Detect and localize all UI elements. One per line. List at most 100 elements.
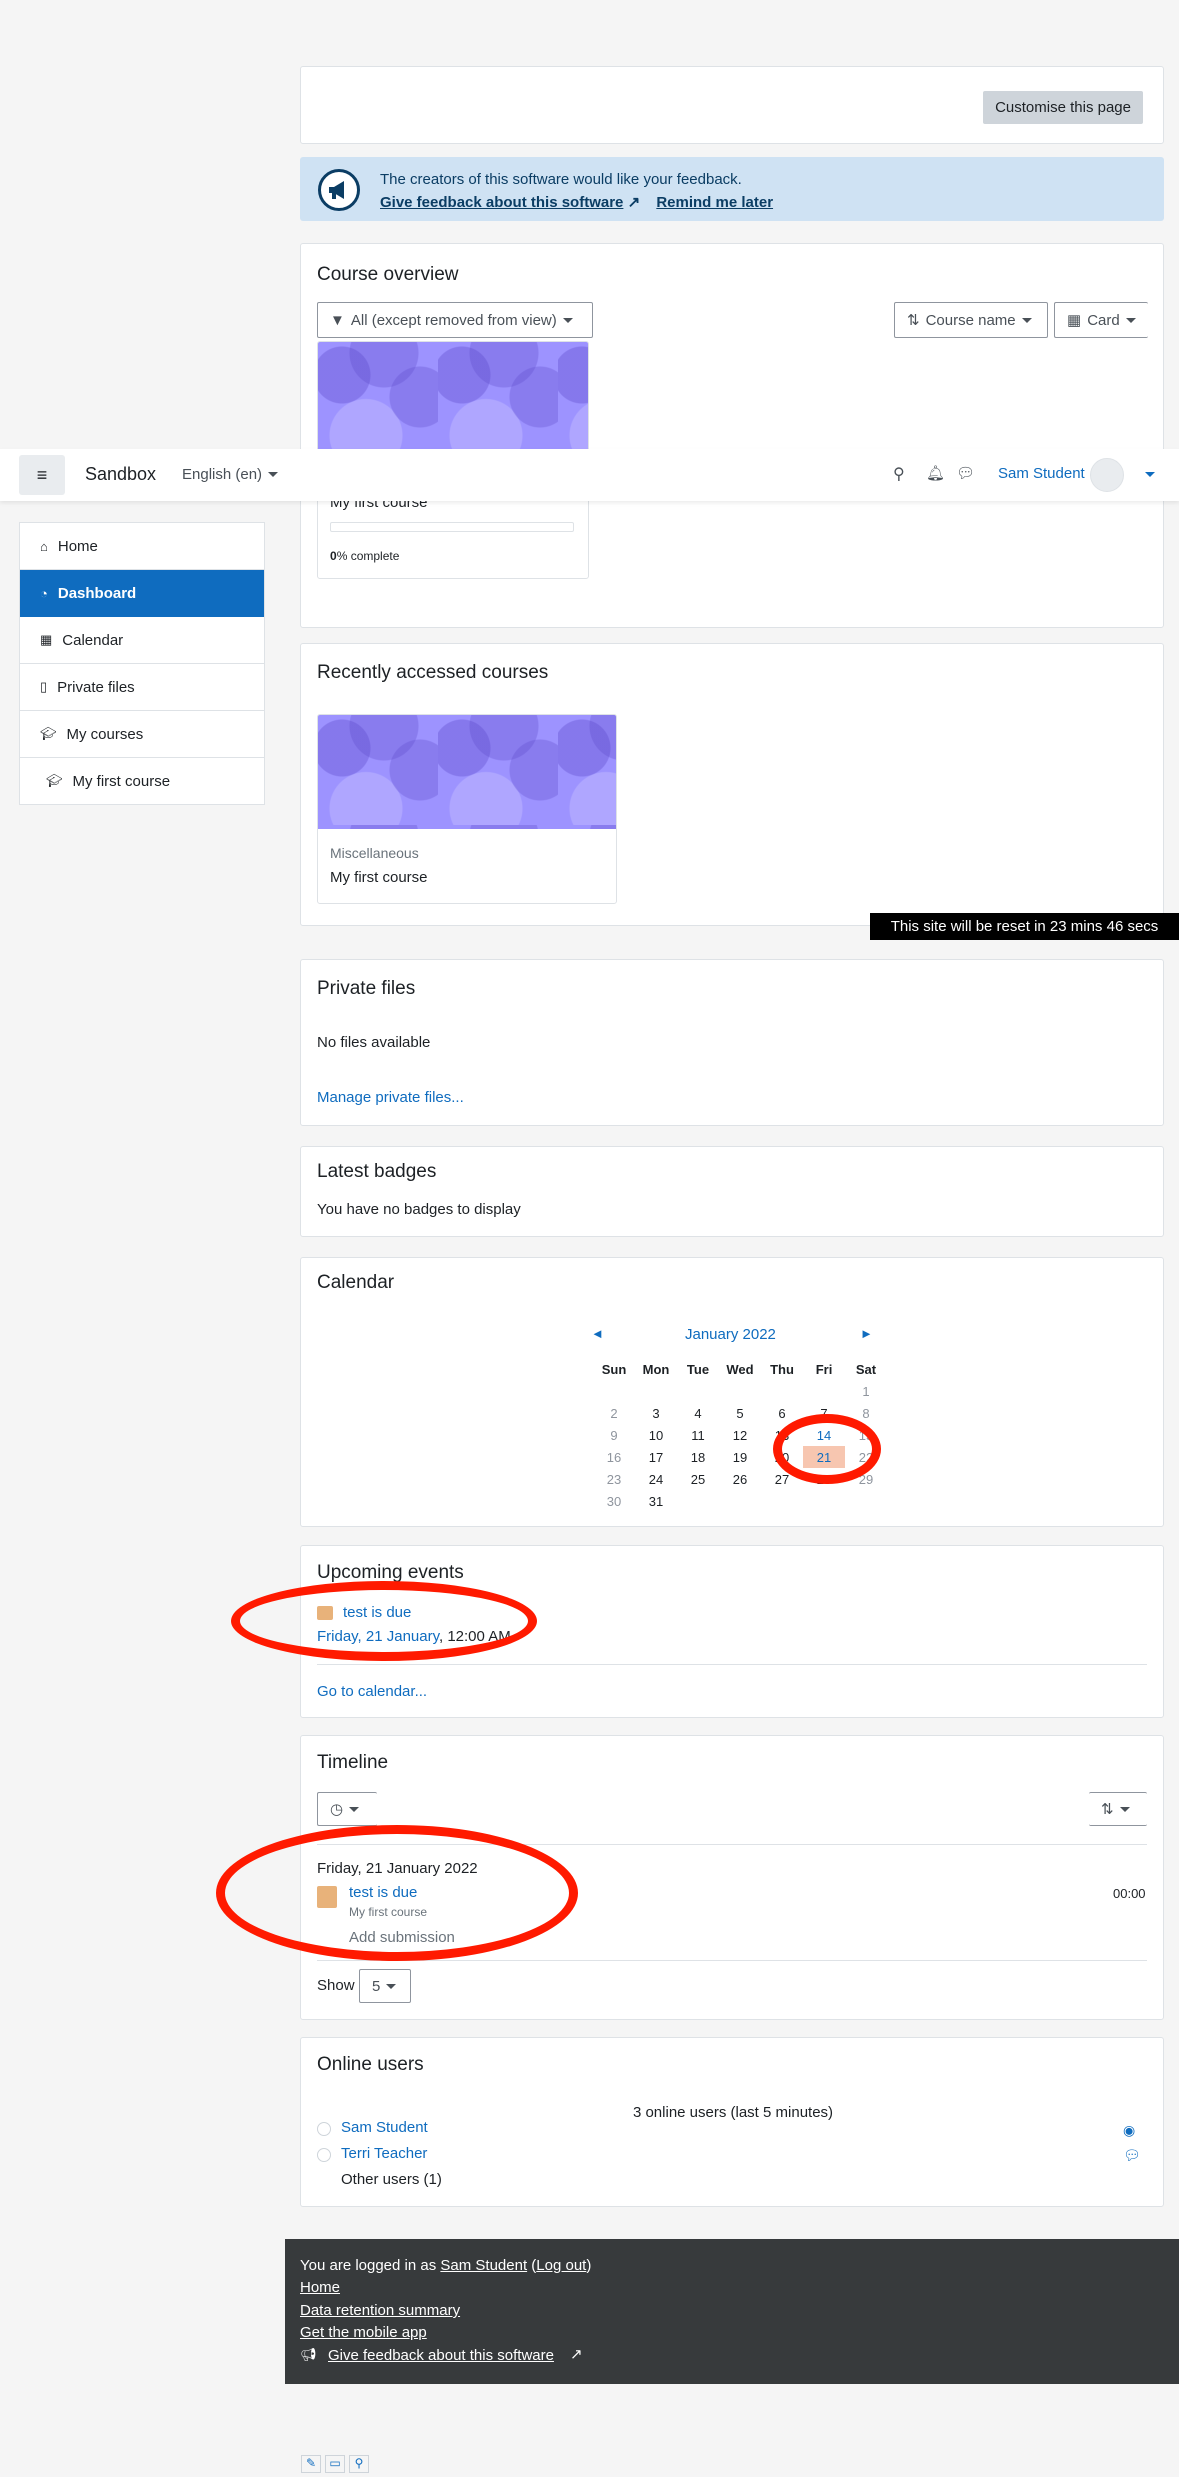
site-brand[interactable]: Sandbox [85,464,156,485]
sort-icon: ⇅ [907,312,920,329]
progress-text: 0% complete [330,549,400,563]
weekday-header: Wed [726,1361,754,1377]
footer-feedback-link[interactable]: Give feedback about this software [328,2347,554,2364]
calendar-day [845,1490,887,1512]
sort-dropdown[interactable]: ⇅ Course name [894,302,1048,338]
calendar-day[interactable]: 9 [593,1424,635,1446]
calendar-day[interactable]: 3 [635,1402,677,1424]
calendar-day[interactable]: 19 [719,1446,761,1468]
avatar [317,2122,331,2136]
pencil-icon[interactable]: ✎ [301,2455,321,2473]
timeline-filter-dropdown[interactable]: ◷ [317,1792,377,1826]
eye-icon[interactable]: ◉ [1123,2122,1135,2139]
chevron-down-icon [562,317,573,323]
calendar-day[interactable]: 10 [635,1424,677,1446]
go-to-calendar-link[interactable]: Go to calendar... [317,1683,427,1700]
calendar-month[interactable]: January 2022 [685,1326,776,1343]
sidebar-item-my-first-course[interactable]: 🎓︎ My first course [20,758,264,804]
language-selector[interactable]: English (en) [182,466,279,483]
view-dropdown[interactable]: ▦ Card [1054,302,1148,338]
feedback-banner: The creators of this software would like… [300,157,1164,221]
manage-files-link[interactable]: Manage private files... [317,1089,464,1106]
chevron-down-icon[interactable] [1145,472,1155,477]
calendar-day[interactable]: 12 [719,1424,761,1446]
graduation-cap-icon: 🎓︎ [40,726,57,741]
course-image [318,342,588,452]
calendar-day[interactable]: 11 [677,1424,719,1446]
hamburger-menu-icon[interactable]: ≡ [19,455,65,495]
weekday-header: Tue [686,1361,710,1377]
calendar-day[interactable]: 26 [719,1468,761,1490]
next-month-icon[interactable]: ► [860,1326,873,1341]
top-navbar: ≡ Sandbox English (en) ⚲ 🔔︎ 💬︎ Sam Stude… [0,449,1179,501]
badges-title: Latest badges [317,1161,437,1182]
calendar-week: 30 31 [593,1490,887,1512]
calendar-day [593,1380,635,1402]
clock-icon: ◷ [330,1801,344,1818]
course-category: Miscellaneous [330,845,419,861]
calendar-day [761,1380,803,1402]
sidebar-item-dashboard[interactable]: ◔ Dashboard [20,570,264,617]
footer-user-link[interactable]: Sam Student [440,2257,527,2274]
search-icon[interactable]: ⚲ [893,464,905,484]
bell-icon[interactable]: 🔔︎ [926,464,945,482]
calendar-day[interactable]: 4 [677,1402,719,1424]
grid-icon: ▦ [1067,312,1082,329]
calendar-day[interactable]: 18 [677,1446,719,1468]
calendar-title: Calendar [317,1272,395,1293]
timeline-title: Timeline [317,1752,389,1773]
weekday-header: Fri [815,1361,833,1377]
sidebar-item-my-courses[interactable]: 🎓︎ My courses [20,711,264,758]
course-overview-title: Course overview [317,264,459,285]
recent-course-card[interactable]: Miscellaneous My first course [317,714,617,904]
badges-card: Latest badges You have no badges to disp… [300,1146,1164,1237]
mobile-app-link[interactable]: Get the mobile app [300,2324,427,2341]
calendar-day [677,1490,719,1512]
show-count-dropdown[interactable]: 5 [359,1969,411,2003]
online-user-link[interactable]: Sam Student [341,2119,428,2136]
message-icon[interactable]: 💬︎ [1123,2147,1141,2164]
online-user-link[interactable]: Terri Teacher [341,2145,427,2162]
calendar-day[interactable]: 25 [677,1468,719,1490]
calendar-day [803,1490,845,1512]
data-retention-link[interactable]: Data retention summary [300,2302,460,2319]
prev-month-icon[interactable]: ◄ [591,1326,604,1341]
avatar[interactable] [1090,458,1124,492]
calendar-day[interactable]: 30 [593,1490,635,1512]
private-files-title: Private files [317,978,416,999]
timeline-sort-dropdown[interactable]: ⇅ [1089,1792,1147,1826]
annotation-circle [216,1825,578,1961]
external-link-icon: ↗ [627,194,641,211]
calendar-day[interactable]: 16 [593,1446,635,1468]
course-filter-dropdown[interactable]: ▼ All (except removed from view) [317,302,593,338]
comment-icon[interactable]: ▭ [325,2455,345,2473]
chevron-down-icon [1125,317,1136,323]
feedback-link[interactable]: Give feedback about this software [380,194,623,211]
megaphone-icon [318,169,360,211]
calendar-day [677,1380,719,1402]
calendar-day[interactable]: 2 [593,1402,635,1424]
recent-courses-title: Recently accessed courses [317,662,549,683]
avatar [317,2148,331,2162]
user-menu-name[interactable]: Sam Student [998,465,1085,482]
magnifier-icon[interactable]: ⚲ [349,2455,369,2473]
calendar-day[interactable]: 1 [845,1380,887,1402]
remind-later-link[interactable]: Remind me later [656,194,773,211]
logout-link[interactable]: Log out [536,2257,586,2274]
recent-course-title[interactable]: My first course [330,869,428,886]
sidebar-item-private-files[interactable]: ▯ Private files [20,664,264,711]
calendar-day[interactable]: 23 [593,1468,635,1490]
calendar-day[interactable]: 5 [719,1402,761,1424]
online-users-title: Online users [317,2054,424,2075]
sidebar-item-calendar[interactable]: ▦ Calendar [20,617,264,664]
filter-icon: ▼ [330,311,345,329]
calendar-day[interactable]: 24 [635,1468,677,1490]
online-users-summary: 3 online users (last 5 minutes) [632,2104,834,2121]
sidebar-item-home[interactable]: ⌂ Home [20,523,264,570]
footer-home-link[interactable]: Home [300,2279,340,2296]
calendar-day[interactable]: 31 [635,1490,677,1512]
chat-icon[interactable]: 💬︎ [956,464,975,482]
calendar-day[interactable]: 17 [635,1446,677,1468]
file-icon: ▯ [40,679,48,694]
customise-page-button[interactable]: Customise this page [983,91,1143,124]
